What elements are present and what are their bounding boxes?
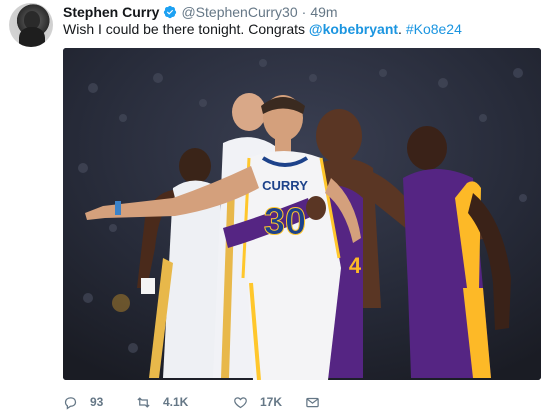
verified-badge-icon bbox=[163, 5, 177, 19]
like-button[interactable]: 17K bbox=[233, 395, 305, 410]
reply-count: 93 bbox=[90, 395, 104, 409]
avatar[interactable] bbox=[9, 3, 53, 47]
tweet-actions: 93 4.1K 17K bbox=[63, 392, 320, 412]
retweet-button[interactable]: 4.1K bbox=[136, 395, 233, 410]
retweet-icon bbox=[137, 396, 150, 408]
tweet: Stephen Curry @StephenCurry30 · 49m Wish… bbox=[0, 0, 550, 412]
lakers-jersey-number: 4 bbox=[349, 253, 362, 278]
envelope-icon bbox=[306, 397, 319, 407]
like-count: 17K bbox=[260, 395, 283, 409]
mention-link[interactable]: @kobebryant bbox=[309, 21, 398, 37]
reply-button[interactable]: 93 bbox=[63, 395, 136, 410]
hashtag-link[interactable]: #Ko8e24 bbox=[406, 21, 462, 37]
photo-illustration: CURRY 30 4 bbox=[63, 48, 541, 380]
handle[interactable]: @StephenCurry30 bbox=[181, 4, 297, 20]
jersey-number: 30 bbox=[264, 201, 306, 243]
tweet-header: Stephen Curry @StephenCurry30 · 49m bbox=[63, 3, 338, 21]
tweet-text-before: Wish I could be there tonight. Congrats bbox=[63, 21, 309, 37]
retweet-count: 4.1K bbox=[163, 395, 189, 409]
separator-dot: · bbox=[301, 4, 307, 20]
heart-icon bbox=[234, 396, 247, 408]
tweet-text-middle: . bbox=[398, 21, 406, 37]
tweet-text: Wish I could be there tonight. Congrats … bbox=[63, 20, 462, 38]
timestamp[interactable]: 49m bbox=[310, 4, 337, 20]
jersey-name: CURRY bbox=[262, 178, 308, 193]
tweet-photo[interactable]: CURRY 30 4 bbox=[63, 48, 541, 380]
display-name[interactable]: Stephen Curry bbox=[63, 4, 159, 20]
reply-icon bbox=[64, 396, 77, 410]
direct-message-button[interactable] bbox=[305, 395, 320, 410]
